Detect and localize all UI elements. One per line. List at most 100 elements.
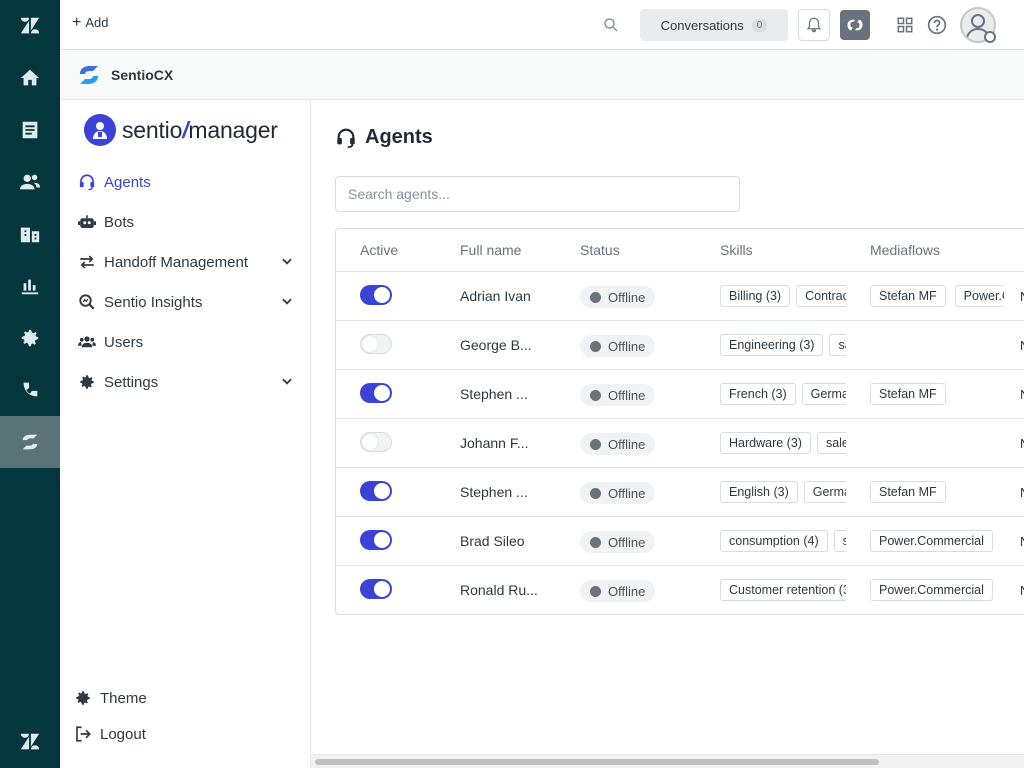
- truncated-column-value: N: [1020, 387, 1024, 402]
- main-content: Agents Active Full name Status Skills Me…: [311, 100, 1024, 768]
- status-label: Offline: [608, 338, 646, 354]
- agent-full-name: Stephen ...: [460, 386, 528, 402]
- column-header-mediaflows[interactable]: Mediaflows: [870, 242, 940, 258]
- active-toggle[interactable]: [360, 334, 392, 354]
- column-header-active[interactable]: Active: [360, 242, 398, 258]
- scrollbar-thumb[interactable]: [315, 759, 879, 765]
- page-title: Agents: [335, 126, 433, 149]
- skill-tag: sales: [829, 334, 846, 356]
- sentiocx-app-icon[interactable]: [0, 416, 60, 468]
- arrows-icon: [78, 253, 96, 271]
- add-button-label: Add: [85, 15, 109, 30]
- skills-cell: French (3)German: [720, 383, 846, 407]
- users-icon: [78, 333, 96, 351]
- search-insights-icon: [78, 293, 96, 311]
- admin-gear-icon[interactable]: [0, 312, 60, 364]
- mediaflows-cell: Stefan MF: [870, 481, 1004, 505]
- skill-tag: Engineering (3): [720, 334, 824, 356]
- chevron-down-icon[interactable]: [280, 254, 294, 268]
- mediaflow-tag: Power.Commercial: [954, 285, 1004, 307]
- status-badge: Offline: [580, 531, 656, 553]
- skills-cell: Hardware (3)sales: [720, 432, 846, 456]
- customers-icon[interactable]: [0, 156, 60, 208]
- chevron-down-icon[interactable]: [280, 374, 294, 388]
- truncated-column-value: N: [1020, 436, 1024, 451]
- column-header-skills[interactable]: Skills: [720, 242, 753, 258]
- mediaflow-tag: Stefan MF: [870, 481, 946, 503]
- status-dot-icon: [590, 585, 601, 597]
- tickets-icon[interactable]: [0, 104, 60, 156]
- table-row[interactable]: Brad Sileo Offline consumption (4) sales Pow…: [336, 517, 1024, 566]
- agent-full-name: George B...: [460, 337, 532, 353]
- horizontal-scrollbar[interactable]: [311, 754, 1024, 768]
- status-dot-icon: [590, 389, 601, 401]
- table-row[interactable]: Johann F... Offline Hardware (3)sales N: [336, 419, 1024, 468]
- home-icon[interactable]: [0, 52, 60, 104]
- zendesk-logo-icon[interactable]: [0, 0, 60, 52]
- sentio-chat-icon: [847, 19, 863, 31]
- add-button[interactable]: + Add: [72, 14, 109, 30]
- search-icon[interactable]: [602, 16, 620, 34]
- app-name: SentioCX: [111, 67, 174, 83]
- skills-cell: English (3)German: [720, 481, 846, 505]
- mediaflows-cell: Stefan MF: [870, 383, 1004, 407]
- status-label: Offline: [608, 387, 646, 403]
- column-header-full-name[interactable]: Full name: [460, 242, 521, 258]
- active-toggle[interactable]: [360, 579, 392, 599]
- skill-tag: French (3): [720, 383, 796, 405]
- skill-tag: English (3): [720, 481, 798, 503]
- search-agents-input[interactable]: [335, 176, 740, 212]
- mediaflows-cell: [870, 432, 1004, 456]
- sidebar-item-label: Sentio Insights: [104, 293, 203, 311]
- conversations-button[interactable]: Conversations 0: [640, 9, 788, 41]
- mediaflow-tag: Stefan MF: [870, 285, 946, 307]
- sentio-manager-logo: sentio/manager: [84, 114, 278, 146]
- conversations-label: Conversations: [660, 17, 744, 33]
- help-icon[interactable]: [927, 15, 947, 35]
- toggle-knob: [374, 581, 390, 597]
- top-bar: + Add Conversations 0: [60, 0, 1024, 50]
- sidebar-item-settings[interactable]: Settings: [78, 368, 294, 396]
- app-button[interactable]: [840, 10, 870, 40]
- active-toggle[interactable]: [360, 530, 392, 550]
- skills-cell: Engineering (3) sales: [720, 334, 846, 358]
- brand-suffix: manager: [188, 116, 278, 143]
- active-toggle[interactable]: [360, 432, 392, 452]
- table-row[interactable]: Stephen ... Offline French (3)German Stefan…: [336, 370, 1024, 419]
- table-row[interactable]: Ronald Ru... Offline Customer retention (3…: [336, 566, 1024, 614]
- table-row[interactable]: Stephen ... Offline English (3)German Stefa…: [336, 468, 1024, 517]
- sidebar-item-sentio-insights[interactable]: Sentio Insights: [78, 288, 294, 316]
- table-row[interactable]: Adrian Ivan Offline Billing (3)Contract Ste…: [336, 272, 1024, 321]
- sidebar-item-label: Bots: [104, 213, 135, 231]
- brand-agent-icon: [84, 114, 116, 146]
- skill-tag: Customer retention (3): [720, 579, 846, 601]
- status-badge: Offline: [580, 384, 656, 406]
- table-row[interactable]: George B... Offline Engineering (3) sales N: [336, 321, 1024, 370]
- chevron-down-icon[interactable]: [280, 294, 294, 308]
- mediaflows-cell: [870, 334, 1004, 358]
- logout-icon: [74, 725, 92, 743]
- sidebar-item-handoff-management[interactable]: Handoff Management: [78, 248, 294, 276]
- apps-grid-icon[interactable]: [896, 16, 914, 34]
- reporting-icon[interactable]: [0, 260, 60, 312]
- headset-icon: [337, 128, 355, 148]
- sidebar-item-agents[interactable]: Agents: [78, 168, 294, 196]
- column-header-status[interactable]: Status: [580, 242, 620, 258]
- active-toggle[interactable]: [360, 383, 392, 403]
- sidebar-item-bots[interactable]: Bots: [78, 208, 294, 236]
- notifications-button[interactable]: [798, 9, 830, 41]
- theme-button[interactable]: Theme: [74, 686, 147, 710]
- logout-label: Logout: [100, 725, 146, 743]
- logout-button[interactable]: Logout: [74, 722, 146, 746]
- sidebar-item-users[interactable]: Users: [78, 328, 294, 356]
- talk-icon[interactable]: [0, 364, 60, 416]
- active-toggle[interactable]: [360, 481, 392, 501]
- bell-icon: [806, 17, 822, 33]
- organizations-icon[interactable]: [0, 208, 60, 260]
- active-toggle[interactable]: [360, 285, 392, 305]
- mediaflows-cell: Stefan MF Power.Commercial: [870, 285, 1004, 309]
- skill-tag: sales: [816, 432, 846, 454]
- theme-label: Theme: [100, 689, 147, 707]
- agent-full-name: Ronald Ru...: [460, 582, 538, 598]
- toggle-knob: [374, 532, 390, 548]
